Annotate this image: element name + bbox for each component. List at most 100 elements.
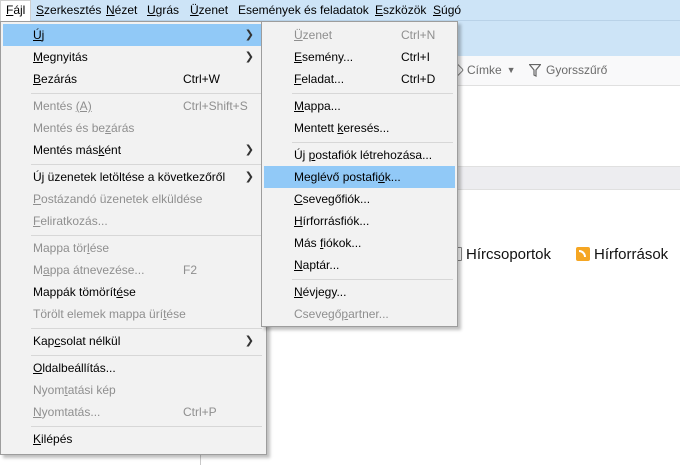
menu-separator [31,164,262,165]
item-shortcut: Ctrl+I [401,50,431,64]
menubar-go[interactable]: Ugrás [142,0,184,20]
newsgroups-label: Hírcsoportok [466,245,552,263]
menu-separator [292,142,453,143]
item-label-accel: a [43,263,50,277]
chevron-right-icon: ❯ [244,144,254,156]
item-label-post: ilépés [41,432,73,446]
menubar-label-accel: N [106,3,115,17]
file-offline-item[interactable]: Kapcsolat nélkül ❯ [3,330,264,352]
menubar-label-accel: U [147,3,156,17]
item-label-pre: Mentés és be [33,121,106,135]
new-feed-account-item[interactable]: Hírforrásfiók... [264,210,455,232]
menubar-file[interactable]: Fájl [0,0,32,21]
file-compact-folders-item[interactable]: Mappák tömörítése [3,281,264,303]
file-close-item[interactable]: Bezárás Ctrl+W [3,68,264,90]
chevron-down-icon: ▼ [506,65,516,75]
new-saved-search-item[interactable]: Mentett keresés... [264,117,455,139]
menubar-label-post: úgó [441,3,462,17]
menubar-label-post: grás [155,3,180,17]
new-email-account-item[interactable]: Új postafiók létrehozása... [264,144,455,166]
file-save-close-item[interactable]: Mentés és bezárás [3,117,264,139]
item-label-post: artner... [348,307,389,321]
file-exit-item[interactable]: Kilépés [3,428,264,450]
file-open-item[interactable]: Megnyitás ❯ [3,46,264,68]
item-label-pre: Mentés [33,99,76,113]
new-folder-item[interactable]: Mappa... [264,95,455,117]
item-label-accel: H [294,214,303,228]
item-label-post: semény... [302,50,354,64]
item-shortcut: Ctrl+N [401,28,436,42]
item-label-post: atási kép [67,383,116,397]
item-label-accel: (A) [75,99,92,113]
new-message-item[interactable]: Üzenet Ctrl+N [264,24,455,46]
menubar-events-tasks[interactable]: Események és feladatok [233,0,374,20]
menu-separator [31,426,262,427]
file-save-item[interactable]: Mentés (A) Ctrl+Shift+S [3,95,264,117]
tag-button[interactable]: Címke ▼ [449,61,516,79]
feeds-link[interactable]: Hírforrások [576,243,668,265]
chevron-right-icon: ❯ [244,51,254,63]
item-label-post: ése [89,241,110,255]
new-chat-contact-item[interactable]: Csevegőpartner... [264,303,455,325]
file-empty-trash-item[interactable]: Törölt elemek mappa ürítése [3,303,264,325]
item-label-post: árás [111,121,135,135]
chevron-right-icon: ❯ [244,335,254,347]
new-event-item[interactable]: Esemény... Ctrl+I [264,46,455,68]
menubar-help[interactable]: Súgó [428,0,466,20]
item-label-accel: O [33,361,43,375]
file-send-unsent-item[interactable]: Postázandó üzenetek elküldése [3,188,264,210]
file-new-item[interactable]: Új ❯ [3,24,264,46]
menubar-view[interactable]: Nézet [101,0,142,20]
menubar-label-post: ézet [114,3,138,17]
menubar-label-post: zerkesztés [44,3,102,17]
item-label-post: eresés... [343,121,390,135]
filter-icon [529,63,541,77]
file-rename-folder-item[interactable]: Mappa átnevezése... F2 [3,259,264,281]
item-label-pre: Csevegő [294,307,342,321]
item-label-accel: ó [378,170,385,184]
menubar-message[interactable]: Üzenet [185,0,233,20]
file-delete-folder-item[interactable]: Mappa törlése [3,237,264,259]
new-other-accounts-item[interactable]: Más fiókok... [264,232,455,254]
item-label-pre: Ú [33,170,42,184]
item-label-post: sevegőfiók... [302,192,371,206]
item-label-post: ént [104,143,122,157]
item-label-post: zenet [302,28,333,42]
menubar-label-accel: S [433,3,442,17]
file-subscribe-item[interactable]: Feliratkozás... [3,210,264,232]
new-task-item[interactable]: Feladat... Ctrl+D [264,68,455,90]
item-label-accel: Ü [294,28,303,42]
quick-filter-button[interactable]: Gyorsszűrő [529,61,607,79]
menu-separator [31,235,262,236]
item-label-pre: Nyom [33,383,65,397]
new-chat-account-item[interactable]: Csevegőfiók... [264,188,455,210]
file-print-preview-item[interactable]: Nyomtatási kép [3,379,264,401]
menubar-label-pre: Események és feladatok [238,3,369,17]
new-calendar-item[interactable]: Naptár... [264,254,455,276]
menubar-edit[interactable]: Szerkesztés [31,0,106,20]
file-page-setup-item[interactable]: Oldalbeállítás... [3,357,264,379]
item-label-accel: Ú [33,28,42,42]
new-contact-item[interactable]: Névjegy... [264,281,455,303]
item-label-post: solat nélkül [60,334,121,348]
file-save-as-item[interactable]: Mentés másként ❯ [3,139,264,161]
item-label-pre: Kap [33,334,55,348]
item-label-pre: Meglévő postafi [294,170,379,184]
item-label-post: k... [384,170,401,184]
menubar-tools[interactable]: Eszközök [370,0,431,20]
item-label-post: írforrásfiók... [302,214,370,228]
newsgroups-link[interactable]: Hírcsoportok [450,243,551,265]
file-get-messages-item[interactable]: Új üzenetek letöltése a következőről ❯ [3,166,264,188]
item-label-post: iókok... [323,236,362,250]
item-shortcut: Ctrl+P [183,405,217,419]
item-label-post: ostafiók létrehozása... [315,148,433,162]
item-label-pre: M [33,263,43,277]
file-print-item[interactable]: Nyomtatás... Ctrl+P [3,401,264,423]
item-label-pre: Új [294,148,309,162]
item-label-accel: P [33,192,42,206]
item-label-post: egnyitás [43,50,88,64]
existing-mail-account-item[interactable]: Meglévő postafiók... [264,166,455,188]
item-label-post: ezárás [41,72,78,86]
new-submenu: Üzenet Ctrl+N Esemény... Ctrl+I Feladat.… [261,21,458,327]
item-label-post: aptár... [302,258,340,272]
